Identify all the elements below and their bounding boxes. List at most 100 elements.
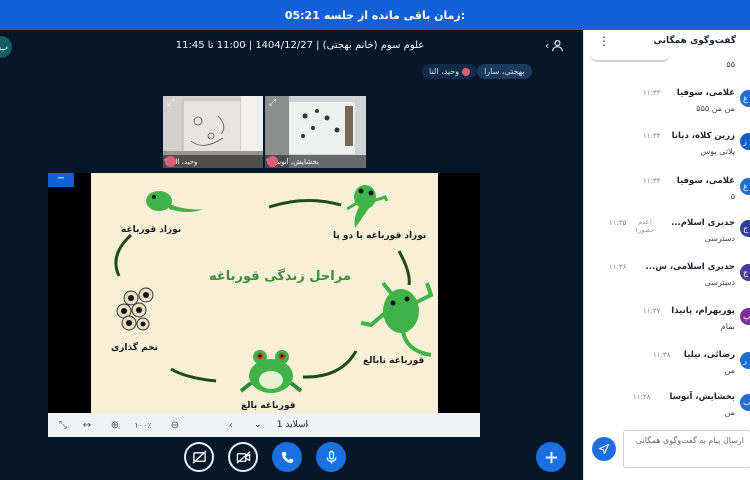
webcam-user-name: بخشایش، آنوسا <box>273 157 319 166</box>
label-adult: قورباغه بالغ <box>241 401 296 411</box>
chat-message: پ پوربهرام، پانیذا ۱۱:۳۷ نمام <box>584 306 750 342</box>
avatar: ب <box>740 394 750 411</box>
plus-icon <box>545 451 557 463</box>
avatar: ر <box>740 352 750 369</box>
message-text: ۵۵ <box>726 60 735 69</box>
slide-illustration <box>114 185 434 393</box>
camera-off-icon <box>236 450 250 464</box>
more-options-icon[interactable]: ⋮ <box>598 34 610 48</box>
send-icon <box>598 443 610 455</box>
message-status-note: (عدم حضور) <box>635 218 655 234</box>
meeting-title: علوم سوم (خانم بهجتی) | 1404/12/27 | 11:… <box>175 40 425 51</box>
chat-title: گفت‌وگوی همگانی <box>653 36 736 46</box>
chat-message: ج جدیری اسلام... (عدم حضور) ۱۱:۳۵ دسترسی <box>584 218 750 254</box>
chat-message: ر رضائی، نیلیا ۱۱:۳۸ من <box>584 350 750 386</box>
avatar: غ <box>740 90 750 107</box>
slide-canvas: مراحل زندگی قورباغه نوزاد قورباغه نوزاد … <box>91 173 438 413</box>
chat-message: غ غلامی، سوفیا ۱۱:۳۳ من من ۵۵۵ <box>584 88 750 124</box>
presentation-toolbar: ⤡ ↔ ⊕ ۱۰۰٪ ⊖ ‹ ⌄ اسلاید 1 › <box>48 413 480 437</box>
message-time: ۱۱:۳۸ <box>633 393 651 401</box>
message-time: ۱۱:۳۸ <box>653 351 671 359</box>
muted-mic-icon <box>267 156 278 167</box>
webcam-tile[interactable]: ⤢ بخشایش، آنوسا ^ <box>265 96 366 168</box>
minimize-presentation-button[interactable]: − <box>48 173 74 187</box>
public-chat-panel: ⋮ گفت‌وگوی همگانی ۵۵ غ غلامی، سوفیا ۱۱:۳… <box>583 30 750 480</box>
send-message-button[interactable] <box>592 437 616 461</box>
microphone-button[interactable] <box>316 442 346 472</box>
microphone-icon <box>326 450 336 464</box>
chat-message: ب بخشایش، آنوسا ۱۱:۳۸ من <box>584 392 750 428</box>
message-author: بخشایش، آنوسا <box>669 392 735 402</box>
label-juvenile: قورباغه نابالغ <box>363 356 425 366</box>
timer-value: 05:21 <box>284 8 320 22</box>
talker-chip[interactable]: وحید، النا <box>422 64 478 79</box>
presentation-area: − مراحل زندگی قورباغه نوزاد قورباغه نوزا… <box>48 173 480 437</box>
message-author: پوربهرام، پانیذا <box>671 306 735 316</box>
avatar: غ <box>740 178 750 195</box>
talker-name: بهجتی، سارا <box>484 67 525 76</box>
talker-name: وحید، النا <box>429 67 460 76</box>
message-time: ۱۱:۳۳ <box>643 89 661 97</box>
message-text: دسترسی <box>704 278 735 287</box>
fullscreen-icon[interactable]: ⤢ <box>167 99 177 109</box>
webcam-tile[interactable]: ⤢ وحید، النا ^ <box>163 96 263 168</box>
message-author: جدیری اسلام... <box>671 218 735 228</box>
zoom-out-icon[interactable]: ⊖ <box>168 418 182 432</box>
message-text: من <box>724 366 735 375</box>
chat-message-partial: ۵۵ <box>584 60 750 76</box>
message-text: ۵ <box>730 192 735 201</box>
label-eggs: تخم گذاری <box>111 343 159 353</box>
avatar: ج <box>740 220 750 237</box>
meeting-area: ب علوم سوم (خانم بهجتی) | 1404/12/27 | 1… <box>0 30 583 480</box>
message-time: ۱۱:۳۳ <box>643 132 661 140</box>
webcam-nametag: بخشایش، آنوسا ^ <box>265 155 366 168</box>
message-author: رضائی، نیلیا <box>683 350 735 360</box>
label-tadpole-legs: نوزاد قورباغه با دو پا <box>333 231 427 241</box>
message-text: من من ۵۵۵ <box>696 104 735 113</box>
message-time: ۱۱:۳۴ <box>643 177 661 185</box>
audio-button[interactable] <box>272 442 302 472</box>
label-tadpole: نوزاد قورباغه <box>121 225 182 235</box>
chat-message: غ غلامی، سوفیا ۱۱:۳۴ ۵ <box>584 176 750 212</box>
webcam-nametag: وحید، النا ^ <box>163 155 263 168</box>
toggle-users-button[interactable]: ‹ <box>545 37 571 53</box>
chat-message: ز زرین کلاه، دیانا ۱۱:۳۳ پلاتی پوس <box>584 131 750 167</box>
left-stub-avatar[interactable]: ب <box>0 36 12 58</box>
previous-slide-icon[interactable]: › <box>300 418 314 432</box>
message-time: ۱۱:۳۷ <box>643 307 661 315</box>
fit-to-screen-icon[interactable]: ⤡ <box>56 418 70 432</box>
avatar: ز <box>740 133 750 150</box>
chat-message-input[interactable]: ارسال پیام به گفت‌وگوی همگانی <box>623 430 750 468</box>
message-text: من <box>724 408 735 417</box>
avatar: پ <box>740 308 750 325</box>
avatar: ج <box>740 264 750 281</box>
screen-share-off-icon <box>191 449 207 464</box>
user-icon <box>552 39 564 51</box>
talker-chip[interactable]: بهجتی، سارا <box>477 64 532 79</box>
message-author: جدیری اسلامی، س... <box>645 262 735 272</box>
message-time: ۱۱:۳۵ <box>609 219 627 227</box>
actions-plus-button[interactable] <box>536 442 566 472</box>
talking-indicator: بهجتی، سارا وحید، النا <box>422 64 532 79</box>
message-time: ۱۱:۳۶ <box>609 263 627 271</box>
message-text: پلاتی پوس <box>700 147 735 156</box>
message-author: غلامی، سوفیا <box>676 176 735 186</box>
zoom-in-icon[interactable]: ⊕ <box>108 418 122 432</box>
camera-button[interactable] <box>228 442 258 472</box>
message-text: نمام <box>720 322 735 331</box>
slide-title-text: مراحل زندگی قورباغه <box>209 269 351 284</box>
muted-mic-icon <box>165 156 176 167</box>
zoom-level[interactable]: ۱۰۰٪ <box>128 418 158 432</box>
message-author: زرین کلاه، دیانا <box>671 131 735 141</box>
muted-mic-icon <box>462 67 471 76</box>
next-slide-icon[interactable]: ‹ <box>224 418 238 432</box>
eggs-drawing <box>116 287 154 331</box>
phone-icon <box>281 451 293 463</box>
message-text: دسترسی <box>704 234 735 243</box>
chevron-down-icon: ⌄ <box>254 420 262 430</box>
fullscreen-icon[interactable]: ⤢ <box>269 99 279 109</box>
fit-to-width-icon[interactable]: ↔ <box>80 418 94 432</box>
chevron-left-icon: ‹ <box>545 38 550 52</box>
screen-share-button[interactable] <box>184 442 214 472</box>
session-timer-bar: 05:21 زمان باقی مانده از جلسه: <box>0 0 750 30</box>
